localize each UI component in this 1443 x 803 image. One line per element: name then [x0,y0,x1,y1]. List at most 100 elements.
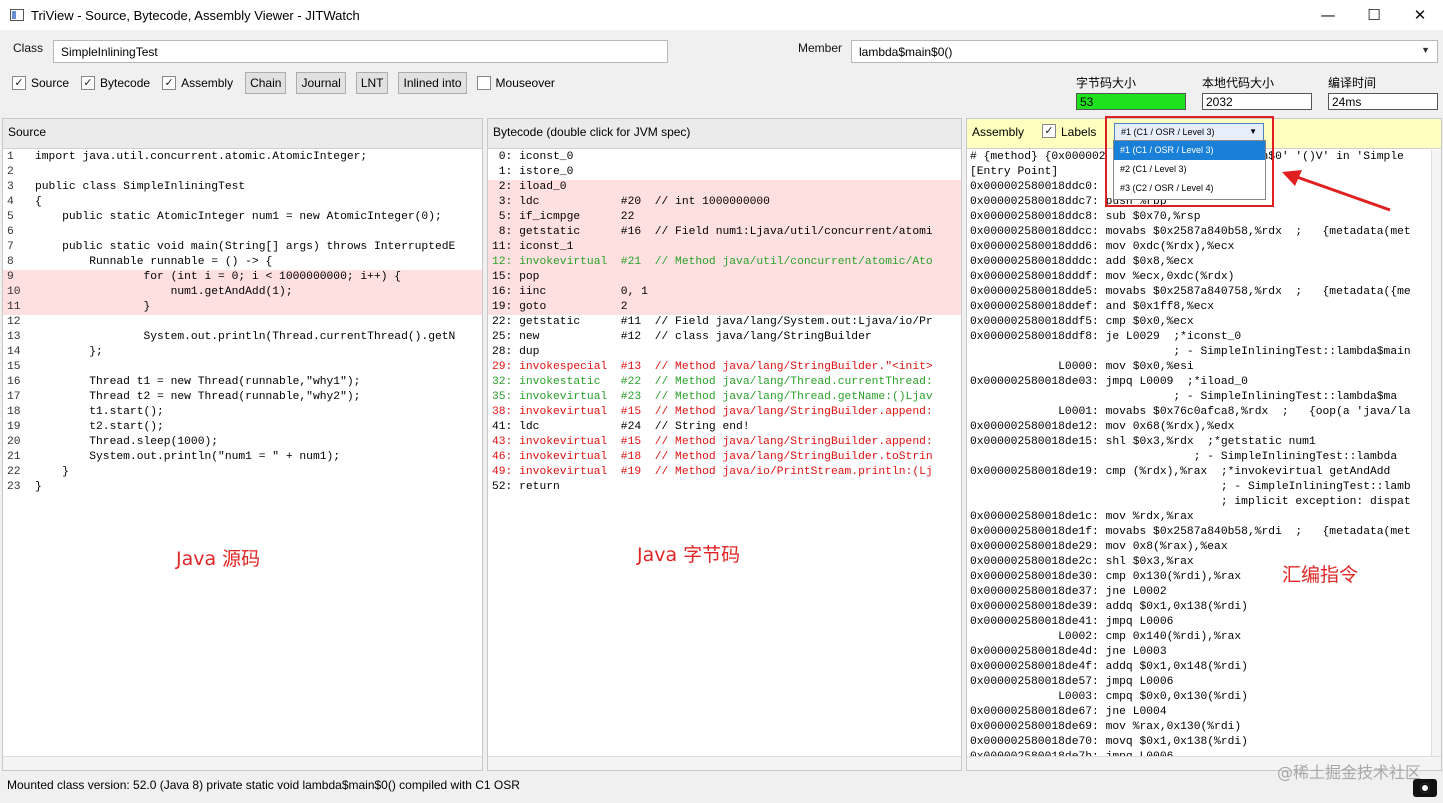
mouseover-checkbox[interactable]: Mouseover [476,76,555,90]
source-line[interactable]: 16 Thread t1 = new Thread(runnable,"why1… [3,375,482,390]
assembly-line[interactable]: 0x000002580018de1f: movabs $0x2587a840b5… [967,525,1441,540]
bytecode-checkbox[interactable]: ✓ Bytecode [81,76,150,90]
assembly-line[interactable]: ; - SimpleInliningTest::lambda$main [967,345,1441,360]
bytecode-line[interactable]: 16: iinc 0, 1 [488,285,961,300]
bytecode-line[interactable]: 49: invokevirtual #19 // Method java/io/… [488,465,961,480]
bytecode-line[interactable]: 46: invokevirtual #18 // Method java/lan… [488,450,961,465]
assembly-line[interactable]: 0x000002580018dddc: add $0x8,%ecx [967,255,1441,270]
assembly-line[interactable]: 0x000002580018de15: shl $0x3,%rdx ;*gets… [967,435,1441,450]
bytecode-line[interactable]: 15: pop [488,270,961,285]
horizontal-scrollbar[interactable] [3,756,482,770]
class-input[interactable]: SimpleInliningTest [53,40,668,63]
assembly-line[interactable]: 0x000002580018dde5: movabs $0x2587a84075… [967,285,1441,300]
assembly-line[interactable]: 0x000002580018de67: jne L0004 [967,705,1441,720]
assembly-line[interactable]: 0x000002580018de41: jmpq L0006 [967,615,1441,630]
source-line[interactable]: 14 }; [3,345,482,360]
assembly-line[interactable]: 0x000002580018ddef: and $0x1ff8,%ecx [967,300,1441,315]
assembly-line[interactable]: 0x000002580018ddf8: je L0029 ;*iconst_0 [967,330,1441,345]
bytecode-line[interactable]: 8: getstatic #16 // Field num1:Ljava/uti… [488,225,961,240]
bytecode-line[interactable]: 11: iconst_1 [488,240,961,255]
member-select[interactable]: lambda$main$0() ▼ [851,40,1438,63]
bytecode-line[interactable]: 3: ldc #20 // int 1000000000 [488,195,961,210]
bytecode-line[interactable]: 28: dup [488,345,961,360]
source-line[interactable]: 17 Thread t2 = new Thread(runnable,"why2… [3,390,482,405]
bytecode-line[interactable]: 29: invokespecial #13 // Method java/lan… [488,360,961,375]
assembly-line[interactable]: 0x000002580018de4d: jne L0003 [967,645,1441,660]
source-line[interactable]: 19 t2.start(); [3,420,482,435]
maximize-icon[interactable]: ☐ [1351,0,1397,30]
source-line[interactable]: 22 } [3,465,482,480]
bytecode-line[interactable]: 0: iconst_0 [488,150,961,165]
source-code[interactable]: 1 import java.util.concurrent.atomic.Atom… [3,150,482,756]
source-line[interactable]: 13 System.out.println(Thread.currentThre… [3,330,482,345]
assembly-line[interactable]: L0001: movabs $0x76c0afca8,%rdx ; {oop(a… [967,405,1441,420]
labels-checkbox[interactable]: ✓ [1042,124,1056,138]
assembly-line[interactable]: 0x000002580018de29: mov 0x8(%rax),%eax [967,540,1441,555]
assembly-line[interactable]: 0x000002580018de30: cmp 0x130(%rdi),%rax [967,570,1441,585]
source-line[interactable]: 23} [3,480,482,495]
bytecode-line[interactable]: 22: getstatic #11 // Field java/lang/Sys… [488,315,961,330]
bytecode-line[interactable]: 52: return [488,480,961,495]
lnt-button[interactable]: LNT [355,72,389,94]
bytecode-line[interactable]: 35: invokevirtual #23 // Method java/lan… [488,390,961,405]
assembly-line[interactable]: L0002: cmp 0x140(%rdi),%rax [967,630,1441,645]
source-checkbox[interactable]: ✓ Source [12,76,69,90]
source-line[interactable]: 8 Runnable runnable = () -> { [3,255,482,270]
bytecode-listing[interactable]: 0: iconst_0 1: istore_0 2: iload_0 3: ld… [488,150,961,756]
journal-button[interactable]: Journal [296,72,346,94]
source-line[interactable]: 4{ [3,195,482,210]
assembly-line[interactable]: 0x000002580018de19: cmp (%rdx),%rax ;*in… [967,465,1441,480]
source-line[interactable]: 5 public static AtomicInteger num1 = new… [3,210,482,225]
assembly-line[interactable]: 0x000002580018de03: jmpq L0009 ;*iload_0 [967,375,1441,390]
bytecode-line[interactable]: 5: if_icmpge 22 [488,210,961,225]
source-line[interactable]: 1 import java.util.concurrent.atomic.Atom… [3,150,482,165]
bytecode-line[interactable]: 25: new #12 // class java/lang/StringBui… [488,330,961,345]
assembly-line[interactable]: L0000: mov $0x0,%esi [967,360,1441,375]
source-line[interactable]: 15 [3,360,482,375]
source-line[interactable]: 9 for (int i = 0; i < 1000000000; i++) { [3,270,482,285]
bytecode-line[interactable]: 19: goto 2 [488,300,961,315]
inlined-into-button[interactable]: Inlined into [398,72,467,94]
assembly-line[interactable]: 0x000002580018de57: jmpq L0006 [967,675,1441,690]
source-line[interactable]: 7 public static void main(String[] args)… [3,240,482,255]
assembly-checkbox[interactable]: ✓ Assembly [162,76,233,90]
source-line[interactable]: 3 public class SimpleInliningTest [3,180,482,195]
assembly-line[interactable]: L0003: cmpq $0x0,0x130(%rdi) [967,690,1441,705]
assembly-line[interactable]: 0x000002580018de2c: shl $0x3,%rax [967,555,1441,570]
assembly-line[interactable]: 0x000002580018de4f: addq $0x1,0x148(%rdi… [967,660,1441,675]
close-icon[interactable]: ✕ [1397,0,1443,30]
assembly-line[interactable]: ; - SimpleInliningTest::lamb [967,480,1441,495]
source-line[interactable]: 21 System.out.println("num1 = " + num1); [3,450,482,465]
source-line[interactable]: 18 t1.start(); [3,405,482,420]
assembly-line[interactable]: 0x000002580018de70: movq $0x1,0x138(%rdi… [967,735,1441,750]
assembly-line[interactable]: 0x000002580018de37: jne L0002 [967,585,1441,600]
chain-button[interactable]: Chain [245,72,287,94]
assembly-line[interactable]: 0x000002580018ddd6: mov 0xdc(%rdx),%ecx [967,240,1441,255]
bytecode-line[interactable]: 1: istore_0 [488,165,961,180]
assembly-line[interactable]: 0x000002580018ddf5: cmp $0x0,%ecx [967,315,1441,330]
assembly-line[interactable]: ; - SimpleInliningTest::lambda$ma [967,390,1441,405]
minimize-icon[interactable]: — [1305,0,1351,30]
source-line[interactable]: 20 Thread.sleep(1000); [3,435,482,450]
bytecode-line[interactable]: 32: invokestatic #22 // Method java/lang… [488,375,961,390]
assembly-line[interactable]: 0x000002580018dddf: mov %ecx,0xdc(%rdx) [967,270,1441,285]
assembly-line[interactable]: ; - SimpleInliningTest::lambda [967,450,1441,465]
camera-icon[interactable] [1413,779,1437,797]
bytecode-line[interactable]: 2: iload_0 [488,180,961,195]
vertical-scrollbar[interactable] [1431,150,1441,756]
horizontal-scrollbar[interactable] [488,756,961,770]
bytecode-line[interactable]: 38: invokevirtual #15 // Method java/lan… [488,405,961,420]
assembly-listing[interactable]: # {method} {0x000002 main$0' '()V' in 'S… [967,150,1441,756]
assembly-line[interactable]: 0x000002580018de69: mov %rax,0x130(%rdi) [967,720,1441,735]
source-line[interactable]: 10 num1.getAndAdd(1); [3,285,482,300]
assembly-line[interactable]: 0x000002580018ddcc: movabs $0x2587a840b5… [967,225,1441,240]
bytecode-line[interactable]: 12: invokevirtual #21 // Method java/uti… [488,255,961,270]
assembly-line[interactable]: 0x000002580018de1c: mov %rdx,%rax [967,510,1441,525]
bytecode-line[interactable]: 43: invokevirtual #15 // Method java/lan… [488,435,961,450]
source-line[interactable]: 12 [3,315,482,330]
source-line[interactable]: 6 [3,225,482,240]
assembly-line[interactable]: ; implicit exception: dispat [967,495,1441,510]
source-line[interactable]: 11 } [3,300,482,315]
bytecode-line[interactable]: 41: ldc #24 // String end! [488,420,961,435]
source-line[interactable]: 2 [3,165,482,180]
